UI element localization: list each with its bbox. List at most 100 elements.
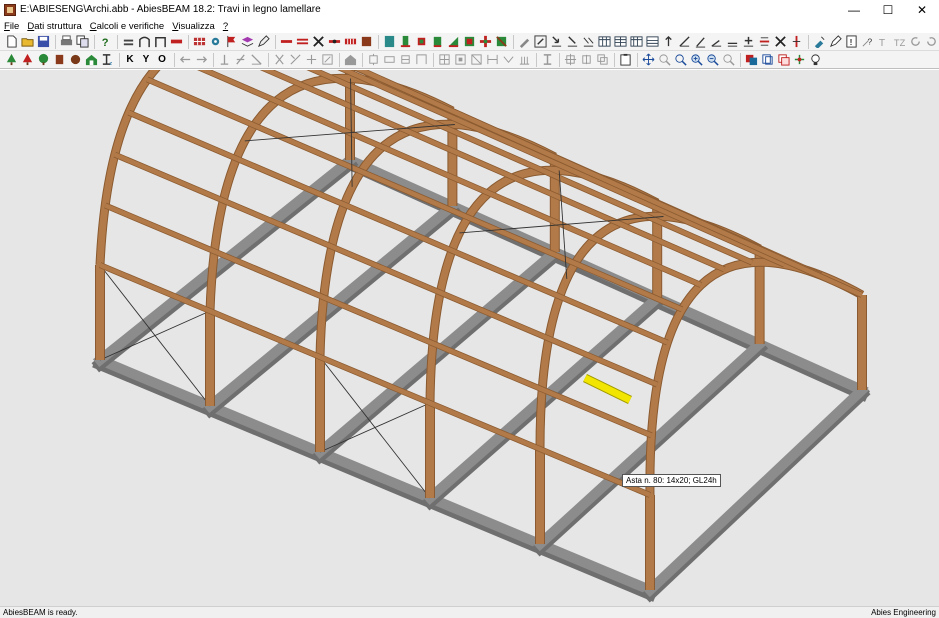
struct6-icon[interactable] [453, 53, 467, 67]
zoom-icon[interactable] [673, 53, 687, 67]
struct9-icon[interactable] [501, 53, 515, 67]
k-icon[interactable]: K [123, 53, 137, 67]
arrow-left-icon[interactable] [178, 53, 192, 67]
struct5-icon[interactable] [437, 53, 451, 67]
grid-icon[interactable] [192, 35, 206, 49]
beam-red-icon[interactable] [169, 35, 183, 49]
load-arrow-icon[interactable] [549, 35, 563, 49]
help-pointer-icon[interactable]: ? [98, 35, 112, 49]
app-icon[interactable] [4, 3, 16, 16]
chain-icon[interactable] [343, 35, 357, 49]
menu-file[interactable]: File [4, 21, 19, 32]
pipe-icon[interactable] [121, 35, 135, 49]
node-icon[interactable] [414, 35, 428, 49]
wedge-icon[interactable] [446, 35, 460, 49]
selected-beam-highlight[interactable] [583, 373, 632, 405]
horizontal-force-icon[interactable] [725, 35, 739, 49]
shaded-icon[interactable] [776, 53, 790, 67]
zoom-extent-icon[interactable] [657, 53, 671, 67]
struct7-icon[interactable] [469, 53, 483, 67]
portal-frame-icon[interactable] [153, 35, 167, 49]
brush-icon[interactable] [517, 35, 531, 49]
section-icon[interactable]: z [100, 53, 114, 67]
struct10-icon[interactable] [517, 53, 531, 67]
open-folder-icon[interactable] [20, 35, 34, 49]
node-add-icon[interactable] [217, 53, 231, 67]
panel-teal-icon[interactable] [382, 35, 396, 49]
pan-icon[interactable] [641, 53, 655, 67]
plate-icon[interactable] [462, 35, 476, 49]
zoom-out-icon[interactable] [705, 53, 719, 67]
house-icon[interactable] [84, 53, 98, 67]
clipboard-icon[interactable] [618, 53, 632, 67]
save-icon[interactable] [36, 35, 50, 49]
block-icon[interactable] [359, 35, 373, 49]
wood-block-icon[interactable] [52, 53, 66, 67]
beam-stack-icon[interactable] [295, 35, 309, 49]
struct4-icon[interactable] [414, 53, 428, 67]
new-file-icon[interactable] [4, 35, 18, 49]
up-force-icon[interactable] [661, 35, 675, 49]
axes-icon[interactable] [792, 53, 806, 67]
mirror-icon[interactable] [579, 53, 593, 67]
dollar-load-icon[interactable] [789, 35, 803, 49]
close-button[interactable]: ✕ [905, 0, 939, 19]
minimize-button[interactable]: — [837, 0, 871, 19]
zoom-in-icon[interactable] [689, 53, 703, 67]
menu-visualizza[interactable]: Visualizza [172, 21, 215, 32]
delete-cross-icon[interactable] [773, 35, 787, 49]
plus-load-icon[interactable] [741, 35, 755, 49]
print-icon[interactable] [59, 35, 73, 49]
beam-join-icon[interactable] [304, 53, 318, 67]
info-box-icon[interactable]: ! [844, 35, 858, 49]
table4-icon[interactable] [645, 35, 659, 49]
table3-icon[interactable] [629, 35, 643, 49]
steel-icon[interactable] [494, 35, 508, 49]
column-icon[interactable] [398, 35, 412, 49]
maximize-button[interactable]: ☐ [871, 0, 905, 19]
node-move-icon[interactable] [233, 53, 247, 67]
diag-force-icon[interactable] [677, 35, 691, 49]
struct8-icon[interactable] [485, 53, 499, 67]
arch-frame-icon[interactable] [137, 35, 151, 49]
y-icon[interactable]: Y [139, 53, 153, 67]
zoom-window-icon[interactable] [533, 35, 547, 49]
struct3-icon[interactable] [398, 53, 412, 67]
beam-del-icon[interactable] [320, 53, 334, 67]
connector-icon[interactable] [478, 35, 492, 49]
i-beam-icon[interactable] [540, 53, 554, 67]
rotate-cw-icon[interactable] [924, 35, 938, 49]
cross-icon[interactable] [311, 35, 325, 49]
rotate-ccw-icon[interactable] [908, 35, 922, 49]
move-icon[interactable] [563, 53, 577, 67]
load-pin-icon[interactable] [565, 35, 579, 49]
angle-force-icon[interactable] [709, 35, 723, 49]
tree-red-icon[interactable] [20, 53, 34, 67]
zoom-previous-icon[interactable] [721, 53, 735, 67]
flag-icon[interactable] [224, 35, 238, 49]
wire-icon[interactable] [760, 53, 774, 67]
text-tz-icon[interactable]: TZ [892, 35, 906, 49]
o-icon[interactable]: O [155, 53, 169, 67]
edit-icon[interactable] [828, 35, 842, 49]
beam-load-icon[interactable] [757, 35, 771, 49]
diag-force2-icon[interactable] [693, 35, 707, 49]
joint-icon[interactable] [327, 35, 341, 49]
struct2-icon[interactable] [382, 53, 396, 67]
beam-split-icon[interactable] [288, 53, 302, 67]
node-del-icon[interactable] [249, 53, 263, 67]
text-t-icon[interactable]: T [876, 35, 890, 49]
copy-icon[interactable] [75, 35, 89, 49]
structure-3d-viewport[interactable]: Asta n. 80: 14x20; GL24h [0, 70, 939, 606]
tree-round-icon[interactable] [36, 53, 50, 67]
gear-icon[interactable] [208, 35, 222, 49]
copy-struct-icon[interactable] [595, 53, 609, 67]
light-icon[interactable] [808, 53, 822, 67]
load-distributed-icon[interactable] [581, 35, 595, 49]
menu-dati-struttura[interactable]: Dati struttura [27, 21, 81, 32]
paint-icon[interactable] [812, 35, 826, 49]
support-icon[interactable] [430, 35, 444, 49]
menu-help[interactable]: ? [223, 21, 228, 32]
table2-icon[interactable] [613, 35, 627, 49]
beam-left-icon[interactable] [279, 35, 293, 49]
